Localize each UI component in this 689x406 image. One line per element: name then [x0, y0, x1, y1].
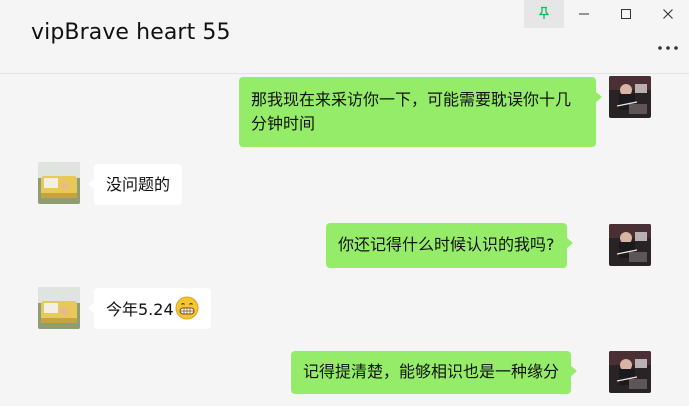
my-avatar[interactable] [609, 76, 651, 118]
maximize-icon [620, 5, 632, 24]
scrollbar[interactable] [683, 115, 689, 375]
close-button[interactable] [648, 0, 688, 28]
contact-avatar[interactable] [38, 287, 80, 329]
grinning-face-emoji [175, 296, 199, 327]
maximize-button[interactable] [606, 0, 646, 28]
chat-window: vipBrave heart 55 那我现在来采访你一下，可能需要耽误你十几分钟… [0, 0, 689, 406]
message-bubble-received[interactable]: 没问题的 [87, 164, 183, 205]
contact-avatar[interactable] [38, 162, 80, 204]
message-bubble-sent[interactable]: 记得提清楚，能够相识也是一种缘分 [291, 351, 578, 394]
message-list[interactable]: 那我现在来采访你一下，可能需要耽误你十几分钟时间 没问题的 你还记得什么时候认识… [0, 75, 689, 406]
my-avatar[interactable] [609, 224, 651, 266]
message-text: 记得提清楚，能够相识也是一种缘分 [303, 362, 560, 381]
minimize-button[interactable] [564, 0, 604, 28]
message-text: 你还记得什么时候认识的我吗? [338, 235, 555, 254]
message-text: 没问题的 [106, 175, 171, 194]
chat-title: vipBrave heart 55 [31, 20, 231, 45]
pin-button[interactable] [524, 0, 564, 28]
title-bar: vipBrave heart 55 [0, 0, 689, 74]
pin-icon [537, 5, 551, 24]
minimize-icon [578, 5, 590, 24]
message-text: 今年5.24 [106, 300, 174, 319]
more-options-button[interactable] [655, 35, 681, 55]
close-icon [662, 5, 674, 24]
message-bubble-sent[interactable]: 那我现在来采访你一下，可能需要耽误你十几分钟时间 [239, 77, 602, 147]
my-avatar[interactable] [609, 351, 651, 393]
message-bubble-received[interactable]: 今年5.24 [88, 288, 211, 329]
message-text: 那我现在来采访你一下，可能需要耽误你十几分钟时间 [251, 90, 572, 133]
message-bubble-sent[interactable]: 你还记得什么时候认识的我吗? [326, 223, 572, 268]
more-dots-icon [657, 36, 679, 55]
